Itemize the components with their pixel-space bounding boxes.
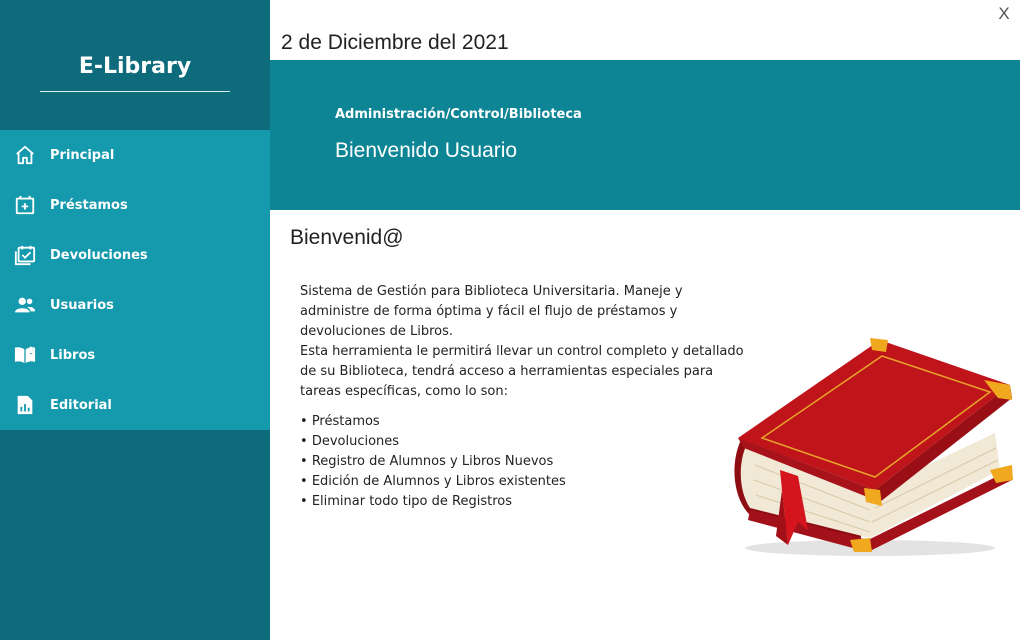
current-date: 2 de Diciembre del 2021 bbox=[281, 31, 509, 54]
sidebar-item-label: Devoluciones bbox=[50, 247, 148, 263]
breadcrumb: Administración/Control/Biblioteca bbox=[335, 107, 582, 122]
list-item: Préstamos bbox=[300, 412, 566, 432]
report-icon bbox=[14, 394, 36, 416]
calendar-add-icon bbox=[14, 194, 36, 216]
sidebar-item-label: Usuarios bbox=[50, 297, 114, 313]
sidebar-item-editorial[interactable]: Editorial bbox=[0, 380, 270, 430]
list-item: Eliminar todo tipo de Registros bbox=[300, 492, 566, 512]
close-button[interactable]: X bbox=[994, 4, 1014, 26]
book-open-icon bbox=[14, 344, 36, 366]
sidebar-item-libros[interactable]: Libros bbox=[0, 330, 270, 380]
list-item: Devoluciones bbox=[300, 432, 566, 452]
list-item: Registro de Alumnos y Libros Nuevos bbox=[300, 452, 566, 472]
sidebar-item-prestamos[interactable]: Préstamos bbox=[0, 180, 270, 230]
sidebar: E-Library Principal Préstamos Devolucion… bbox=[0, 0, 270, 640]
page-title: Bienvenid@ bbox=[290, 226, 404, 249]
description-paragraph: Esta herramienta le permitirá llevar un … bbox=[300, 344, 744, 399]
calendar-check-icon bbox=[14, 244, 36, 266]
app-brand: E-Library bbox=[40, 54, 230, 92]
sidebar-item-label: Editorial bbox=[50, 397, 112, 413]
home-icon bbox=[14, 144, 36, 166]
sidebar-item-label: Libros bbox=[50, 347, 96, 363]
sidebar-item-devoluciones[interactable]: Devoluciones bbox=[0, 230, 270, 280]
book-illustration bbox=[734, 338, 1013, 556]
header-banner: Administración/Control/Biblioteca Bienve… bbox=[270, 60, 1020, 210]
list-item: Edición de Alumnos y Libros existentes bbox=[300, 472, 566, 492]
users-icon bbox=[14, 294, 36, 316]
sidebar-item-label: Principal bbox=[50, 147, 115, 163]
sidebar-item-label: Préstamos bbox=[50, 197, 128, 213]
sidebar-menu: Principal Préstamos Devoluciones Usuario… bbox=[0, 130, 270, 430]
sidebar-item-principal[interactable]: Principal bbox=[0, 130, 270, 180]
sidebar-item-usuarios[interactable]: Usuarios bbox=[0, 280, 270, 330]
intro-paragraph: Sistema de Gestión para Biblioteca Unive… bbox=[300, 284, 683, 339]
feature-list: Préstamos Devoluciones Registro de Alumn… bbox=[300, 412, 566, 512]
welcome-heading: Bienvenido Usuario bbox=[335, 139, 518, 162]
